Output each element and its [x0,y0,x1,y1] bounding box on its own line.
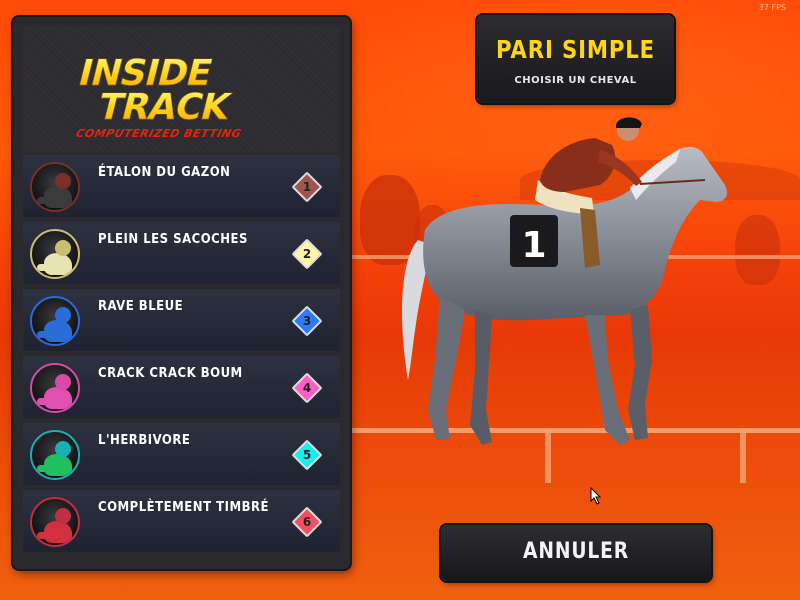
fps-counter: 37 FPS [758,3,786,12]
horse-row-1[interactable]: ÉTALON DU GAZON 1 [23,155,340,217]
number-badge: 5 [291,439,323,471]
jockey-avatar-icon [30,229,80,279]
badge-number: 2 [302,247,312,261]
number-badge: 4 [291,372,323,404]
jockey-avatar-icon [30,497,80,547]
horse-name: COMPLÈTEMENT TIMBRÉ [98,500,269,515]
horse-name: L'HERBIVORE [98,433,191,448]
horse-selection-panel: INSIDE TRACK COMPUTERIZED BETTING ÉTALON… [13,17,350,569]
horse-row-6[interactable]: COMPLÈTEMENT TIMBRÉ 6 [23,490,340,552]
horse-name: ÉTALON DU GAZON [98,165,231,180]
horse-row-5[interactable]: L'HERBIVORE 5 [23,423,340,485]
jockey-avatar-icon [30,296,80,346]
badge-number: 4 [302,381,312,395]
horse-name: RAVE BLEUE [98,299,184,314]
inside-track-logo: INSIDE TRACK COMPUTERIZED BETTING [63,53,261,140]
saddle-number: 1 [521,225,546,266]
jockey-avatar-icon [30,162,80,212]
horse-name: CRACK CRACK BOUM [98,366,243,381]
horse-row-4[interactable]: CRACK CRACK BOUM 4 [23,356,340,418]
horse-row-2[interactable]: PLEIN LES SACOCHES 2 [23,222,340,284]
badge-number: 5 [302,448,312,462]
cancel-button[interactable]: ANNULER [441,525,711,581]
logo-line-1: INSIDE [74,53,260,95]
number-badge: 3 [291,305,323,337]
badge-number: 1 [302,180,312,194]
logo-subtitle: COMPUTERIZED BETTING [74,127,243,140]
number-badge: 2 [291,238,323,270]
jockey-avatar-icon [30,430,80,480]
horse-and-jockey-image: 1 [402,117,727,445]
number-badge: 1 [291,171,323,203]
horse-name: PLEIN LES SACOCHES [98,232,248,247]
horse-row-3[interactable]: RAVE BLEUE 3 [23,289,340,351]
mouse-cursor-icon [590,487,602,505]
badge-number: 6 [302,515,312,529]
bet-instruction: CHOISIR UN CHEVAL [514,75,637,86]
logo-line-2: TRACK [66,87,251,129]
horse-list: ÉTALON DU GAZON 1 PLEIN LES SACOCHES 2 R… [23,155,340,557]
badge-number: 3 [302,314,312,328]
bet-type-box: PARI SIMPLE CHOISIR UN CHEVAL [477,15,674,103]
jockey-avatar-icon [30,363,80,413]
logo-area: INSIDE TRACK COMPUTERIZED BETTING [23,27,340,152]
number-badge: 6 [291,506,323,538]
cancel-label: ANNULER [522,539,629,564]
bet-type-title: PARI SIMPLE [495,35,656,64]
